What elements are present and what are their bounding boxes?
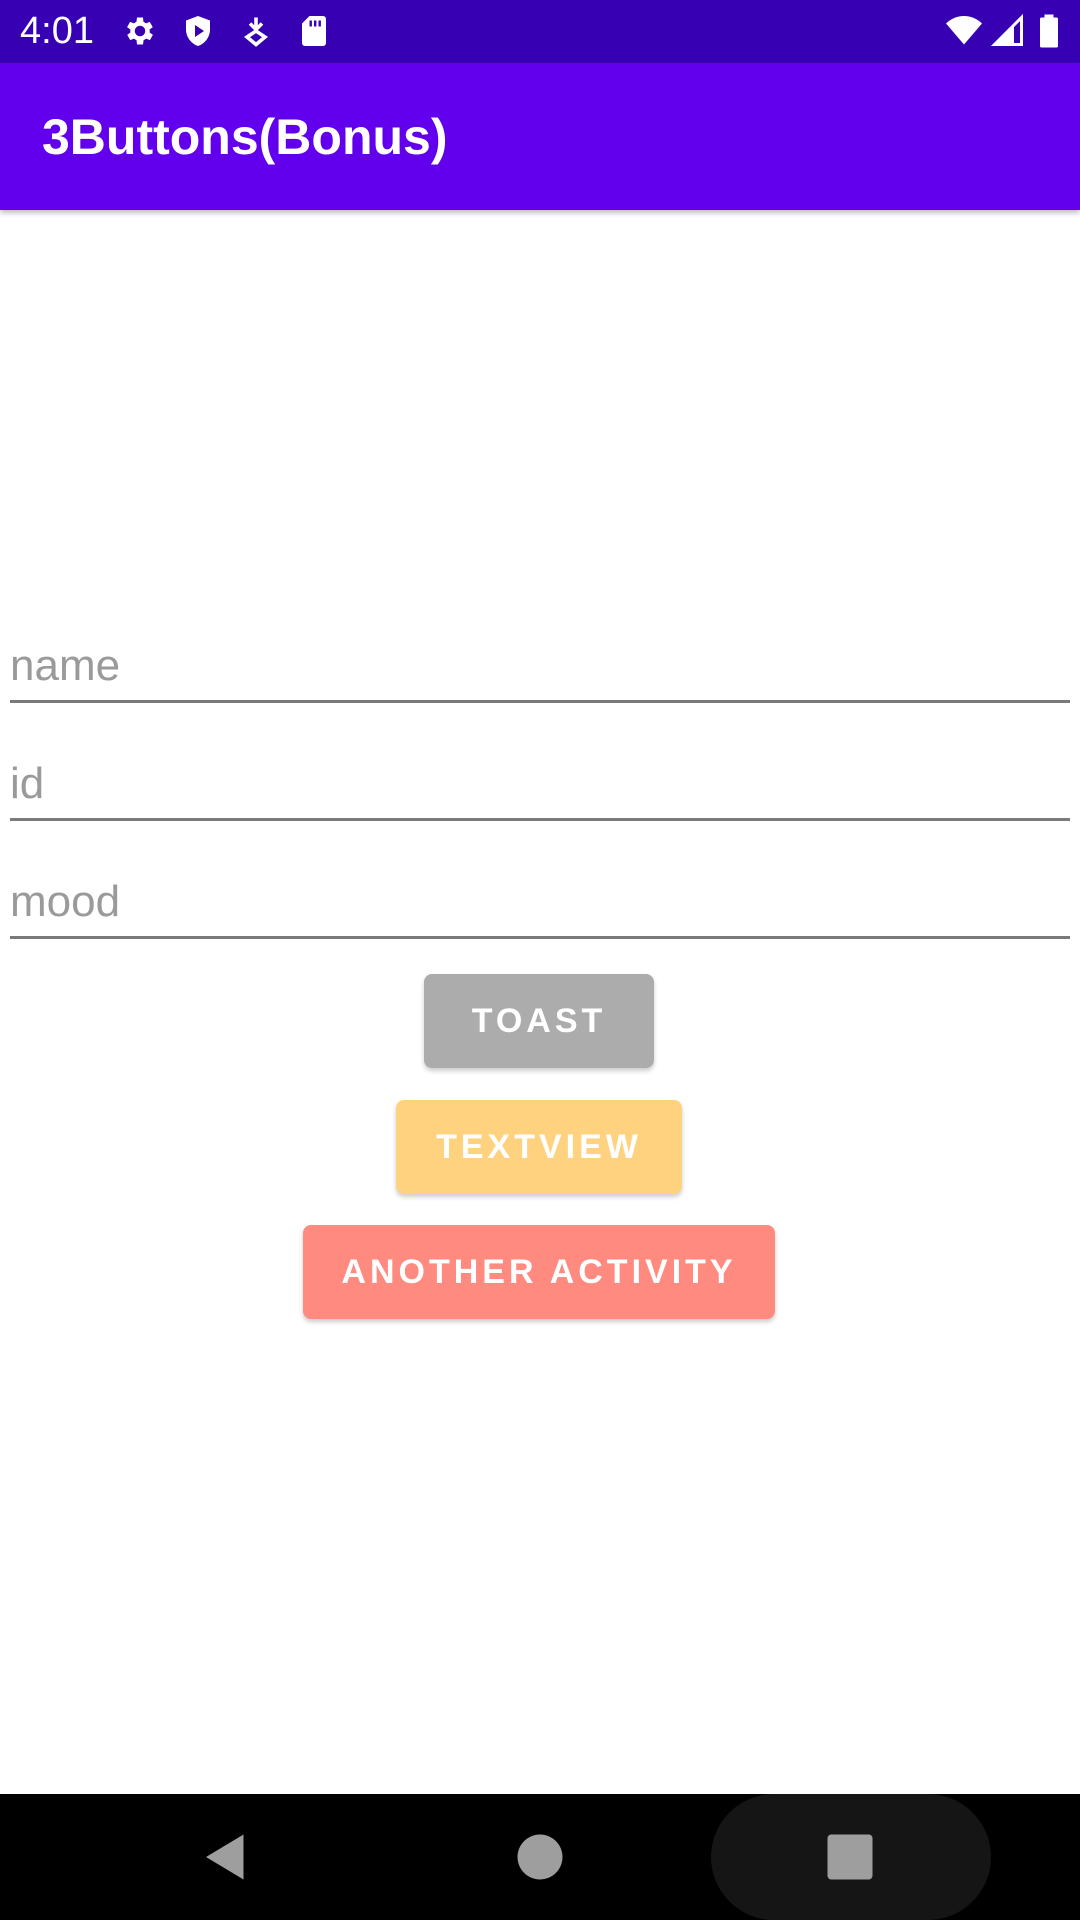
screen: 4:01 3Buttons(Bonus) name id mood TOAST … [0,0,1080,1920]
id-field[interactable] [10,756,1070,812]
name-field-container [10,620,1070,703]
battery-icon [1036,13,1062,49]
app-bar: 3Buttons(Bonus) [0,63,1080,210]
toast-button[interactable]: TOAST [424,974,654,1068]
name-field[interactable] [10,638,1070,694]
mood-field-container [10,856,1070,939]
id-field-container [10,738,1070,821]
status-time: 4:01 [20,10,94,52]
download-icon [238,13,274,49]
back-icon[interactable] [196,1827,256,1887]
recents-icon[interactable] [820,1827,880,1887]
wifi-icon [944,13,984,49]
status-bar: 4:01 [0,0,1080,63]
app-title: 3Buttons(Bonus) [42,109,448,165]
textview-button[interactable]: TEXTVIEW [396,1100,682,1194]
shield-icon [180,13,216,49]
mood-field[interactable] [10,874,1070,930]
another-activity-button[interactable]: ANOTHER ACTIVITY [303,1225,775,1319]
signal-icon [990,13,1026,49]
sd-card-icon [296,13,332,49]
gear-icon [122,13,158,49]
navigation-bar [0,1794,1080,1920]
home-icon[interactable] [510,1827,570,1887]
